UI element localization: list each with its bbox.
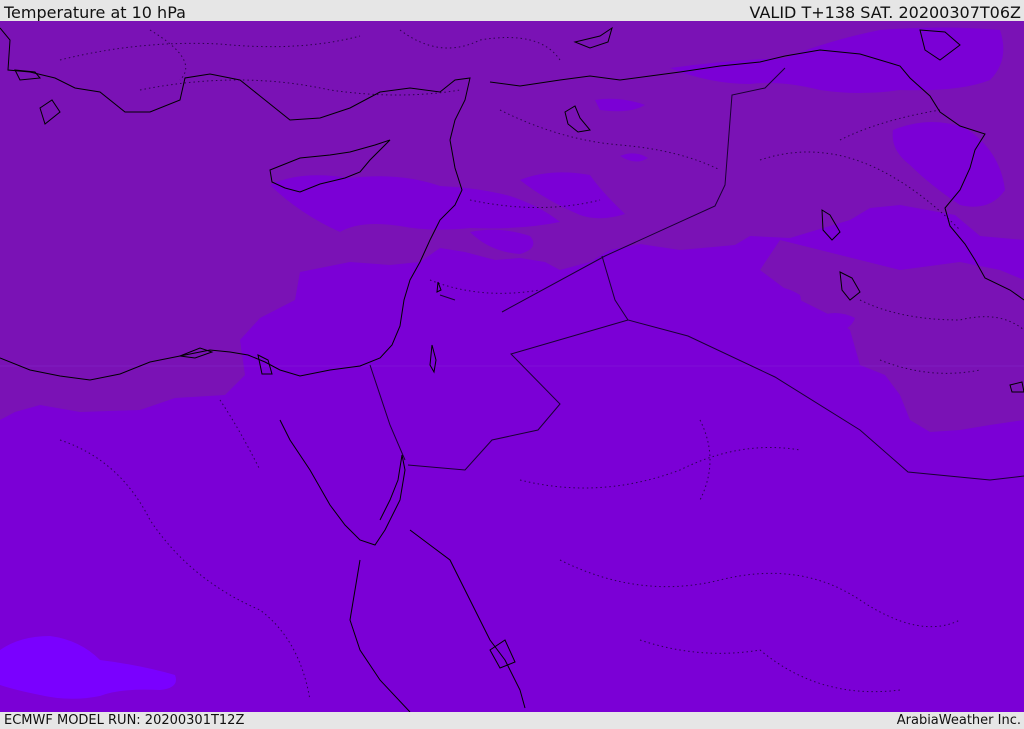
footer-bar: ECMWF MODEL RUN: 20200301T12Z ArabiaWeat… — [0, 712, 1024, 729]
credit: ArabiaWeather Inc. — [896, 713, 1021, 728]
weather-map — [0, 21, 1024, 712]
header-bar: Temperature at 10 hPa VALID T+138 SAT. 2… — [0, 0, 1024, 22]
map-title: Temperature at 10 hPa — [4, 3, 186, 22]
model-run: ECMWF MODEL RUN: 20200301T12Z — [4, 713, 245, 728]
valid-time: VALID T+138 SAT. 20200307T06Z — [749, 3, 1021, 22]
